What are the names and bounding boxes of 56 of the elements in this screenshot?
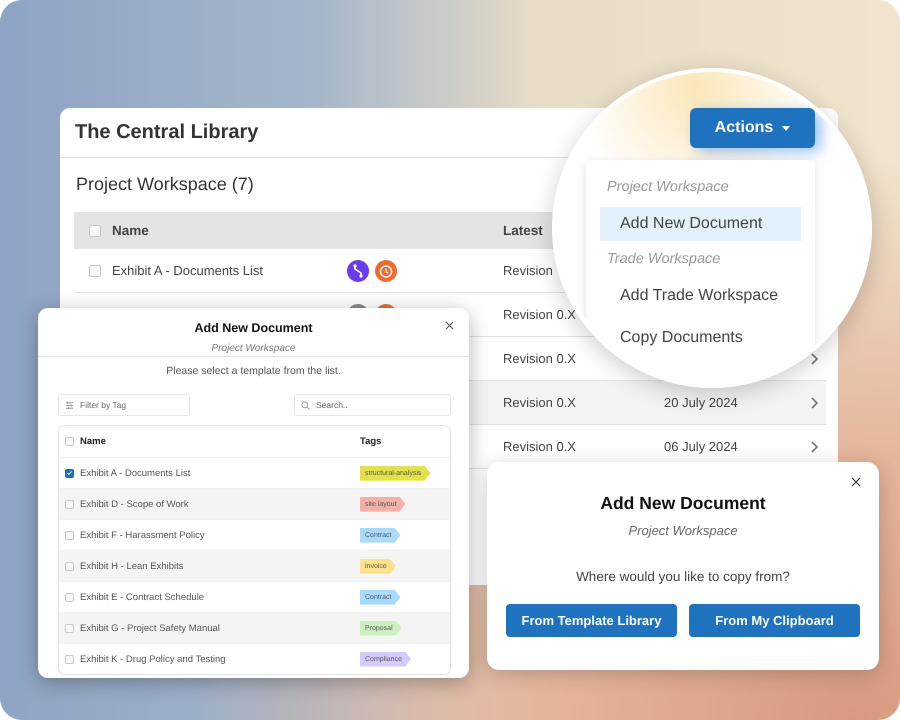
date-text: 06 July 2024: [664, 439, 738, 454]
row-checkbox[interactable]: [65, 562, 74, 570]
row-checkbox[interactable]: [65, 592, 74, 602]
question-text: Where would you like to copy from?: [576, 569, 790, 584]
instruction-text: Please select a template from the list.: [165, 364, 342, 377]
row-checkbox[interactable]: [89, 264, 101, 276]
revision-text: Revision 0.X: [503, 439, 576, 454]
template-name: Exhibit A - Documents List: [80, 468, 192, 478]
dialog-subtitle: Project Workspace: [212, 343, 296, 354]
menu-group-label: Project Workspace: [606, 178, 730, 197]
close-icon[interactable]: [445, 321, 454, 330]
chevron-right-icon[interactable]: [810, 352, 818, 364]
column-header: Name: [80, 436, 107, 447]
copy-source-button[interactable]: From My Clipboard: [689, 604, 860, 637]
section-title: Project Workspace (7): [76, 174, 254, 194]
revision-text: Revision 0.X: [503, 307, 576, 322]
template-name: Exhibit D - Scope of Work: [80, 498, 190, 510]
dialog-subtitle: Project Workspace: [628, 523, 738, 538]
column-header: Tags: [360, 436, 382, 447]
menu-item[interactable]: Copy Documents: [600, 321, 801, 355]
revision-text: Revision 0.X: [503, 395, 576, 410]
template-name: Exhibit F - Harassment Policy: [80, 530, 206, 540]
select-all-checkbox[interactable]: [89, 224, 101, 236]
panel-title: The Central Library: [75, 121, 258, 144]
document-name: Exhibit A - Documents List: [112, 263, 264, 278]
template-name: Exhibit H - Lean Exhibits: [80, 560, 184, 572]
chevron-right-icon[interactable]: [810, 396, 818, 408]
revision-text: Revision 0.X: [503, 351, 576, 366]
search-field[interactable]: Search..: [294, 394, 451, 416]
actions-button[interactable]: Actions: [690, 108, 815, 148]
row-checkbox[interactable]: [65, 624, 74, 632]
template-name: Exhibit G - Project Safety Manual: [80, 622, 221, 634]
chevron-right-icon[interactable]: [810, 440, 818, 452]
search-icon: [301, 400, 310, 410]
column-header: Name: [112, 223, 150, 238]
dialog-title: Add New Document: [600, 493, 766, 513]
date-text: 20 July 2024: [664, 395, 738, 410]
row-checkbox[interactable]: [65, 468, 74, 478]
copy-source-button[interactable]: From Template Library: [506, 604, 677, 637]
close-icon[interactable]: [851, 477, 861, 487]
menu-item[interactable]: Add New Document: [600, 207, 801, 241]
filter-field[interactable]: Filter by Tag: [58, 394, 190, 416]
row-checkbox[interactable]: [65, 530, 74, 540]
template-name: Exhibit E - Contract Schedule: [80, 592, 206, 602]
revision-text: Revision: [503, 263, 553, 278]
column-header: Latest: [503, 223, 544, 238]
row-checkbox[interactable]: [65, 654, 74, 664]
select-all-checkbox[interactable]: [65, 437, 74, 446]
template-name: Exhibit K - Drug Policy and Testing: [80, 654, 227, 664]
workflow-icon[interactable]: [347, 260, 369, 282]
menu-group-label: Trade Workspace: [606, 250, 722, 269]
row-checkbox[interactable]: [65, 500, 74, 508]
dialog-title: Add New Document: [194, 321, 313, 335]
history-icon[interactable]: [375, 260, 397, 282]
caret-icon: [782, 126, 790, 130]
filter-icon: [65, 400, 74, 410]
